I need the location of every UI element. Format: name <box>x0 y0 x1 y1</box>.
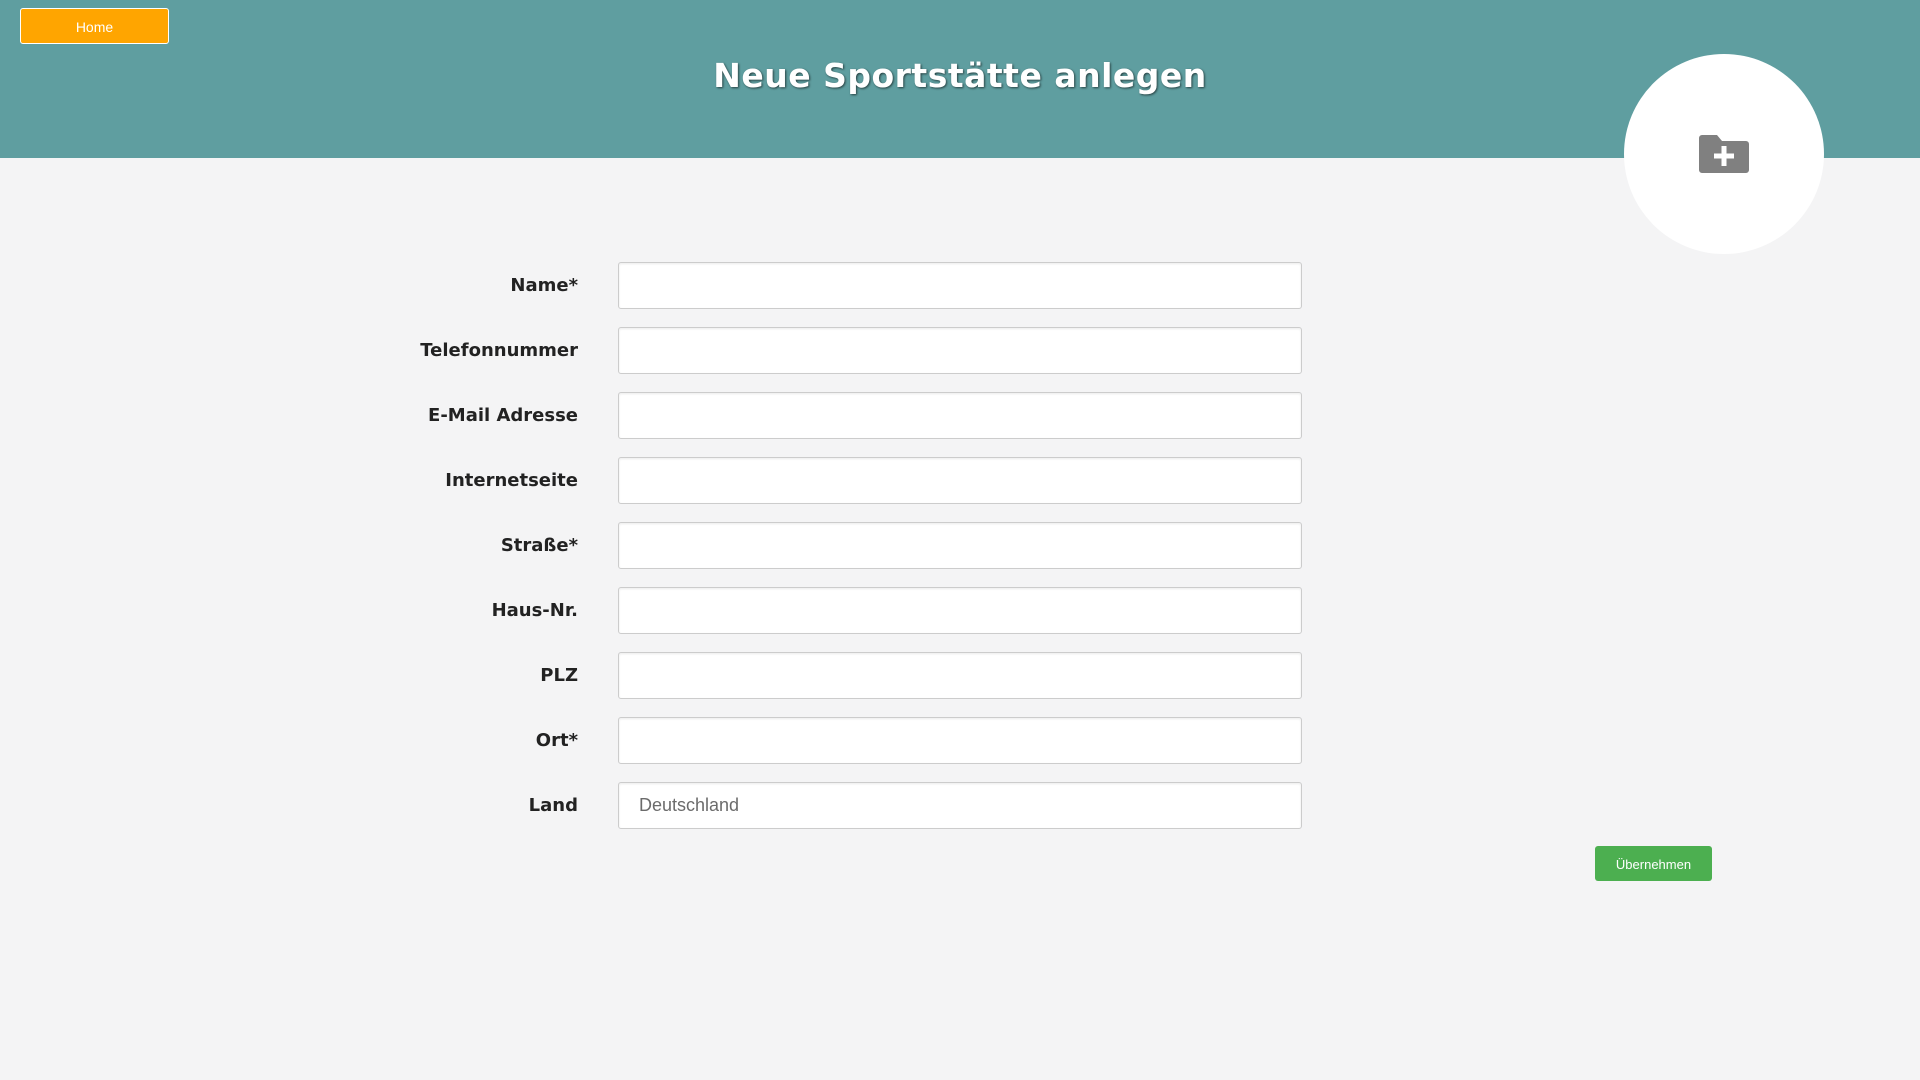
email-field[interactable] <box>618 392 1302 439</box>
submit-button[interactable]: Übernehmen <box>1595 846 1712 881</box>
email-label: E-Mail Adresse <box>428 405 578 426</box>
form-row-email: E-Mail Adresse <box>0 392 1310 440</box>
form-row-postal-code: PLZ <box>0 652 1310 700</box>
website-label: Internetseite <box>445 470 578 491</box>
home-button[interactable]: Home <box>20 8 169 44</box>
form-row-house-number: Haus-Nr. <box>0 587 1310 635</box>
house-number-field[interactable] <box>618 587 1302 634</box>
page-title: Neue Sportstätte anlegen <box>713 56 1207 95</box>
street-field[interactable] <box>618 522 1302 569</box>
country-label: Land <box>528 795 578 816</box>
name-field[interactable] <box>618 262 1302 309</box>
street-label: Straße* <box>500 535 578 556</box>
form-row-phone: Telefonnummer <box>0 327 1310 375</box>
house-number-label: Haus-Nr. <box>491 600 578 621</box>
form-row-website: Internetseite <box>0 457 1310 505</box>
city-field[interactable] <box>618 717 1302 764</box>
name-label: Name* <box>510 275 578 296</box>
phone-label: Telefonnummer <box>420 340 578 361</box>
folder-plus-icon <box>1699 135 1749 173</box>
website-field[interactable] <box>618 457 1302 504</box>
country-field[interactable] <box>618 782 1302 829</box>
city-label: Ort* <box>535 730 578 751</box>
phone-field[interactable] <box>618 327 1302 374</box>
form-row-city: Ort* <box>0 717 1310 765</box>
add-image-button[interactable] <box>1624 54 1824 254</box>
postal-code-label: PLZ <box>540 665 578 686</box>
form-row-country: Land <box>0 782 1310 830</box>
form-row-name: Name* <box>0 262 1310 310</box>
postal-code-field[interactable] <box>618 652 1302 699</box>
form-row-street: Straße* <box>0 522 1310 570</box>
